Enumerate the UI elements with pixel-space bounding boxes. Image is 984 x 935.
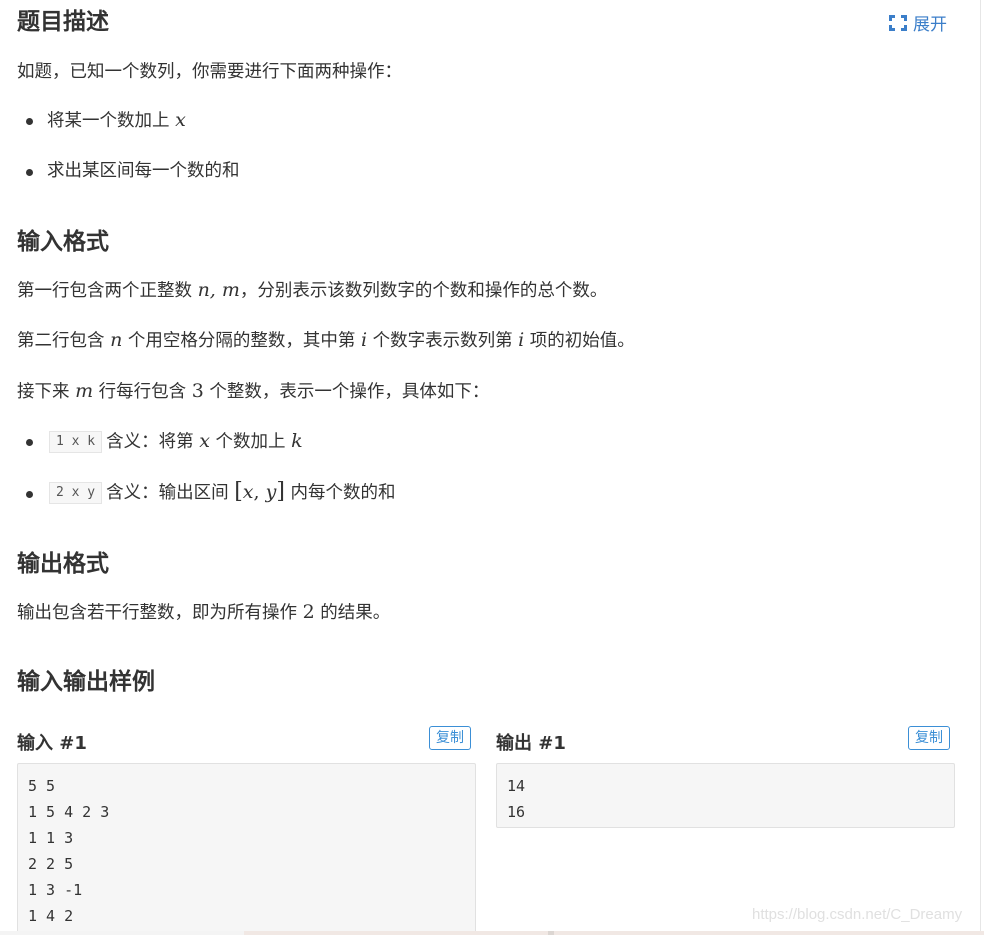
code-line: 1 5 4 2 3 [28, 803, 110, 821]
sample-input-box[interactable]: 5 5 1 5 4 2 3 1 1 3 2 2 5 1 3 -1 1 4 2 [17, 763, 476, 935]
list-bullet [26, 491, 33, 498]
watermark: https://blog.csdn.net/C_Dreamy [752, 906, 963, 923]
input-format-line-1: 第一行包含两个正整数 n, m，分别表示该数列数字的个数和操作的总个数。 [17, 279, 608, 301]
op-item-add: 将某一个数加上 x [47, 109, 186, 131]
math-var: x [175, 109, 186, 131]
code-line: 1 1 3 [28, 829, 74, 847]
list-bullet [26, 169, 33, 176]
copy-output-button[interactable]: 复制 [908, 726, 950, 750]
sample-output-box[interactable]: 14 16 [496, 763, 955, 828]
expand-button[interactable]: 展开 [889, 10, 947, 35]
input-format-heading: 输入格式 [17, 229, 109, 255]
cmd-item-add: 1 x k 含义：将第 x 个数加上 k [49, 429, 303, 454]
sample-output-title: 输出 #1 [496, 733, 566, 754]
inline-code: 1 x k [49, 431, 103, 453]
code-line: 1 4 2 [28, 907, 74, 925]
page-edge-divider [980, 0, 981, 935]
output-format-heading: 输出格式 [17, 551, 109, 577]
list-bullet [26, 439, 33, 446]
copy-input-button[interactable]: 复制 [429, 726, 471, 750]
samples-heading: 输入输出样例 [17, 669, 155, 695]
expand-label: 展开 [913, 15, 947, 35]
input-format-line-2: 第二行包含 n 个用空格分隔的整数，其中第 i 个数字表示数列第 i 项的初始值… [17, 329, 635, 351]
list-bullet [26, 118, 33, 125]
code-line: 5 5 [28, 777, 56, 795]
sample-input-title: 输入 #1 [17, 733, 87, 754]
code-line: 1 3 -1 [28, 881, 83, 899]
code-line: 2 2 5 [28, 855, 74, 873]
inline-code: 2 x y [49, 482, 103, 504]
cmd-item-query: 2 x y 含义：输出区间 [x, y] 内每个数的和 [49, 480, 396, 505]
expand-icon [889, 14, 907, 31]
description-intro: 如题，已知一个数列，你需要进行下面两种操作： [17, 62, 402, 82]
code-line: 16 [507, 803, 526, 821]
description-heading: 题目描述 [17, 9, 109, 35]
bottom-scroll-strip [0, 931, 984, 935]
input-format-line-3: 接下来 m 行每行包含 3 个整数，表示一个操作，具体如下： [17, 380, 490, 402]
code-line: 14 [507, 777, 526, 795]
op-item-sum: 求出某区间每一个数的和 [47, 161, 240, 181]
output-format-line: 输出包含若干行整数，即为所有操作 2 的结果。 [17, 601, 391, 623]
